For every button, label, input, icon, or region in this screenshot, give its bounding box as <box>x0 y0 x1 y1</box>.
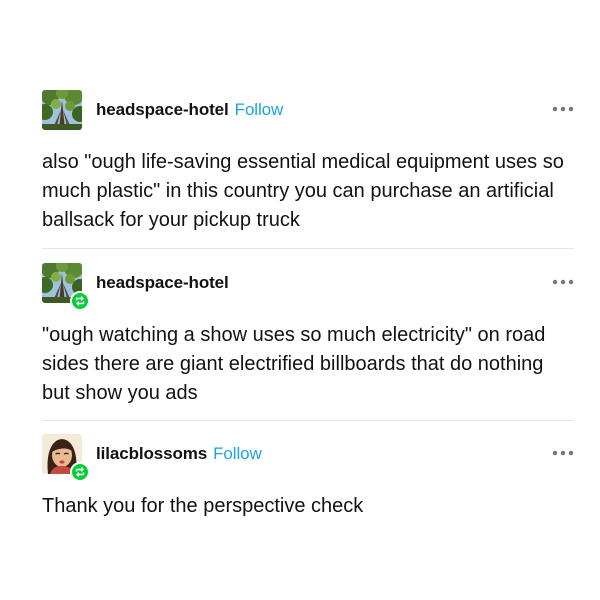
ellipsis-icon <box>552 279 574 285</box>
reblog-badge <box>70 462 90 482</box>
username[interactable]: lilacblossoms Follow <box>96 444 262 464</box>
reblog-icon <box>75 467 85 477</box>
reblog-icon <box>75 296 85 306</box>
username[interactable]: headspace-hotel Follow <box>96 100 283 120</box>
username[interactable]: headspace-hotel <box>96 273 229 293</box>
reblog-badge <box>70 291 90 311</box>
post-text: "ough watching a show uses so much elect… <box>42 324 546 404</box>
divider <box>42 248 574 249</box>
post-header: headspace-hotel Follow <box>42 90 574 134</box>
post-1: headspace-hotel Follow also "ough life-sa… <box>42 90 574 235</box>
more-options-button[interactable] <box>552 275 574 289</box>
trees-photo-icon <box>42 90 82 130</box>
post-header: headspace-hotel <box>42 263 574 311</box>
username-label[interactable]: headspace-hotel <box>96 100 229 119</box>
username-label[interactable]: headspace-hotel <box>96 273 229 292</box>
more-options-button[interactable] <box>552 102 574 116</box>
post-text: Thank you for the perspective check <box>42 495 364 517</box>
post-header: lilacblossoms Follow <box>42 434 574 482</box>
post-text: also "ough life-saving essential medical… <box>42 151 564 231</box>
ellipsis-icon <box>552 450 574 456</box>
avatar[interactable] <box>42 90 82 130</box>
follow-button[interactable]: Follow <box>235 100 284 119</box>
divider <box>42 420 574 421</box>
username-label[interactable]: lilacblossoms <box>96 444 207 463</box>
follow-button[interactable]: Follow <box>213 444 262 463</box>
post-2: headspace-hotel "ough watching a show us… <box>42 263 574 408</box>
ellipsis-icon <box>552 106 574 112</box>
more-options-button[interactable] <box>552 446 574 460</box>
post-3: lilacblossoms Follow Thank you for the pe… <box>42 434 574 521</box>
